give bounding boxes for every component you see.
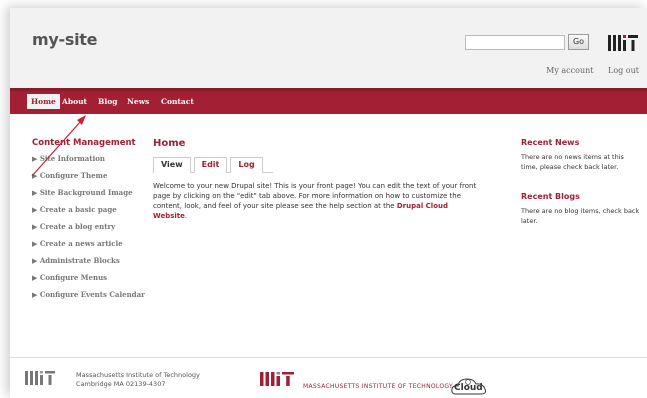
sidebar-title: Content Management bbox=[32, 138, 136, 148]
tab-log[interactable]: Log bbox=[230, 157, 263, 173]
sidebar-item-create-news-article[interactable]: ▶ Create a news article bbox=[32, 239, 147, 249]
footer-divider bbox=[10, 357, 647, 358]
tab-view[interactable]: View bbox=[153, 157, 191, 173]
right-sidebar: Recent News There are no news items at t… bbox=[521, 138, 641, 246]
footer-address-line2: Cambridge MA 02139-4307 bbox=[76, 380, 166, 388]
nav-blog[interactable]: Blog bbox=[98, 97, 117, 106]
user-links: My account Log out bbox=[534, 66, 639, 75]
footer-address-line1: Massachusetts Institute of Technology bbox=[76, 371, 200, 379]
site-name[interactable]: my-site bbox=[32, 30, 97, 49]
recent-news-text: There are no news items at this time, pl… bbox=[521, 153, 624, 171]
mit-logo bbox=[608, 35, 638, 51]
my-account-link[interactable]: My account bbox=[546, 66, 593, 75]
nav-about[interactable]: About bbox=[62, 97, 87, 106]
page-title: Home bbox=[153, 138, 186, 149]
sidebar-item-site-information[interactable]: ▶ Site Information bbox=[32, 154, 147, 164]
nav-contact[interactable]: Contact bbox=[161, 97, 194, 106]
sidebar-item-administrate-blocks[interactable]: ▶ Administrate Blocks bbox=[32, 256, 147, 266]
search-input[interactable] bbox=[465, 35, 565, 50]
footer-mit-logo-icon bbox=[25, 371, 55, 385]
footer-mit-name: MASSACHUSETTS INSTITUTE OF TECHNOLOGY bbox=[303, 383, 453, 390]
sidebar-item-configure-theme[interactable]: ▶ Configure Theme bbox=[32, 171, 147, 181]
sidebar-item-create-basic-page[interactable]: ▶ Create a basic page bbox=[32, 205, 147, 215]
footer-address: Massachusetts Institute of Technology Ca… bbox=[76, 371, 200, 389]
nav-home[interactable]: Home bbox=[27, 94, 60, 109]
log-out-link[interactable]: Log out bbox=[608, 66, 639, 75]
main-content: Home View Edit Log Welcome to your new D… bbox=[153, 138, 493, 221]
footer-mit-red-logo-icon bbox=[260, 372, 294, 386]
nav-news[interactable]: News bbox=[127, 97, 149, 106]
search-button[interactable]: Go bbox=[568, 34, 589, 50]
recent-blogs-text: There are no blog items, check back late… bbox=[521, 207, 640, 225]
welcome-end: . bbox=[184, 212, 188, 220]
sidebar: Content Management ▶ Site Information ▶ … bbox=[32, 138, 147, 307]
sidebar-item-configure-events-calendar[interactable]: ▶ Configure Events Calendar bbox=[32, 290, 147, 300]
recent-blogs-title: Recent Blogs bbox=[521, 192, 580, 201]
sidebar-item-configure-menus[interactable]: ▶ Configure Menus bbox=[32, 273, 147, 283]
sidebar-item-create-blog-entry[interactable]: ▶ Create a blog entry bbox=[32, 222, 147, 232]
site-header: my-site Go My account Log out bbox=[10, 8, 647, 88]
content-tabs: View Edit Log bbox=[153, 157, 273, 173]
recent-news-title: Recent News bbox=[521, 138, 580, 147]
footer-cloud-label: Cloud bbox=[454, 383, 483, 393]
tab-edit[interactable]: Edit bbox=[193, 157, 228, 173]
main-nav: Home About Blog News Contact bbox=[10, 88, 647, 114]
welcome-text: Welcome to your new Drupal site! This is… bbox=[153, 181, 483, 221]
sidebar-item-site-background-image[interactable]: ▶ Site Background Image bbox=[32, 188, 147, 198]
browser-frame: my-site Go My account Log out Home About… bbox=[10, 8, 647, 398]
